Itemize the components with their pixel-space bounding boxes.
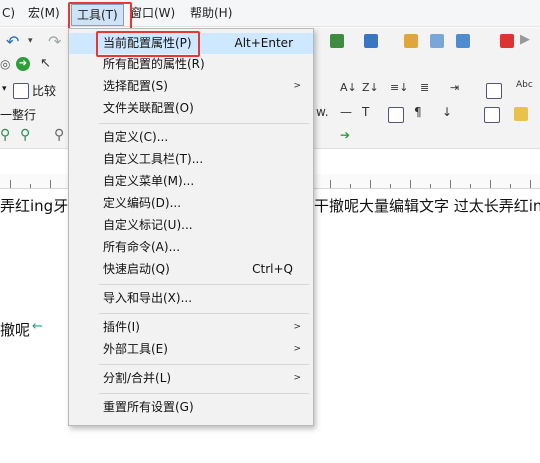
menu-item-plugins[interactable]: 插件(I) > [69, 317, 313, 338]
down-arrow-icon[interactable]: ↓ [442, 105, 452, 119]
menu-item-external-tools[interactable]: 外部工具(E) > [69, 339, 313, 360]
go-icon[interactable]: ➜ [16, 57, 30, 71]
window-icon[interactable] [404, 34, 418, 48]
filter-icon[interactable]: T [362, 105, 369, 119]
tools-dropdown-menu: 当前配置属性(P) Alt+Enter 所有配置的属性(R) 选择配置(S) >… [68, 28, 314, 426]
cursor-icon[interactable]: ↖ [40, 56, 51, 71]
minus-icon[interactable]: — [340, 105, 352, 119]
menu-edit[interactable]: C) [2, 0, 15, 26]
undo-icon[interactable]: ↶ [6, 32, 19, 51]
editor-line-1-right: 干撤呢大量编辑文字 过太长弄红in [314, 197, 540, 215]
sort-icon[interactable]: ≡↓ [390, 81, 408, 94]
menu-item-custom-tags[interactable]: 自定义标记(U)... [69, 215, 313, 236]
menu-separator [99, 123, 309, 124]
menu-item-all-commands[interactable]: 所有命令(A)... [69, 237, 313, 258]
dropdown-arrow-icon[interactable]: ▾ [2, 84, 7, 94]
editor-line-2: 撤呢 [0, 321, 31, 339]
format-icon[interactable]: ≣ [420, 81, 429, 94]
menu-item-quick-launch[interactable]: 快速启动(Q) Ctrl+Q [69, 259, 313, 280]
menu-item-file-association[interactable]: 文件关联配置(O) [69, 98, 313, 119]
undo-dropdown-icon[interactable]: ▾ [28, 36, 33, 46]
stop-icon[interactable] [500, 34, 514, 48]
menu-macro[interactable]: 宏(M) [28, 0, 60, 26]
paragraph-icon[interactable]: ¶ [414, 105, 422, 119]
menu-item-import-export[interactable]: 导入和导出(X)... [69, 288, 313, 309]
window-layout-icon[interactable] [430, 34, 444, 48]
align-icon[interactable]: ⇥ [450, 81, 459, 94]
macro-icon[interactable] [364, 34, 378, 48]
menu-item-customize[interactable]: 自定义(C)... [69, 127, 313, 148]
find-next-icon[interactable]: ⚲ [20, 127, 30, 143]
menu-separator [99, 284, 309, 285]
submenu-arrow-icon: > [293, 322, 301, 332]
menu-separator [99, 313, 309, 314]
menu-item-define-encoding[interactable]: 定义编码(D)... [69, 193, 313, 214]
submenu-arrow-icon: > [293, 81, 301, 91]
sort-az-icon[interactable]: A↓ [340, 81, 357, 94]
compare-icon[interactable] [13, 83, 29, 99]
sort-za-icon[interactable]: Z↓ [362, 81, 379, 94]
submenu-arrow-icon: > [293, 373, 301, 383]
menu-item-all-config-properties[interactable]: 所有配置的属性(R) [69, 54, 313, 75]
line-end-marker: ← [32, 319, 43, 334]
menu-item-customize-toolbar[interactable]: 自定义工具栏(T)... [69, 149, 313, 170]
redo-icon[interactable]: ↷ [48, 32, 61, 51]
menu-help[interactable]: 帮助(H) [190, 0, 232, 26]
page-icon[interactable] [388, 107, 404, 123]
arrow-right-icon[interactable]: ➔ [340, 128, 350, 142]
menu-bar: C) 宏(M) 工具(T) 窗口(W) 帮助(H) [0, 0, 540, 27]
find-icon[interactable]: ⚲ [0, 127, 10, 143]
menu-item-customize-menu[interactable]: 自定义菜单(M)... [69, 171, 313, 192]
form-icon[interactable] [456, 34, 470, 48]
box-icon[interactable] [484, 107, 500, 123]
spellcheck-icon[interactable]: Abc [516, 80, 533, 90]
menu-item-select-config[interactable]: 选择配置(S) > [69, 76, 313, 97]
menu-separator [99, 393, 309, 394]
nav-icon[interactable]: ◎ [0, 57, 10, 71]
menu-separator [99, 364, 309, 365]
compare-label[interactable]: 比较 [32, 82, 56, 99]
play-icon[interactable]: ▶ [520, 32, 530, 47]
wrap-icon[interactable]: w. [316, 105, 329, 119]
lock-icon[interactable] [514, 107, 528, 121]
menu-item-reset-settings[interactable]: 重置所有设置(G) [69, 397, 313, 418]
menu-item-split-merge[interactable]: 分割/合并(L) > [69, 368, 313, 389]
submenu-arrow-icon: > [293, 344, 301, 354]
doc-icon[interactable] [330, 34, 344, 48]
search-icon[interactable]: ⚲ [54, 127, 64, 143]
calendar-icon[interactable] [486, 83, 502, 99]
menu-window[interactable]: 窗口(W) [130, 0, 175, 26]
menu-item-current-config-properties[interactable]: 当前配置属性(P) Alt+Enter [69, 33, 313, 54]
menu-tools[interactable]: 工具(T) [71, 4, 124, 26]
row-label[interactable]: 一整行 [0, 106, 36, 123]
